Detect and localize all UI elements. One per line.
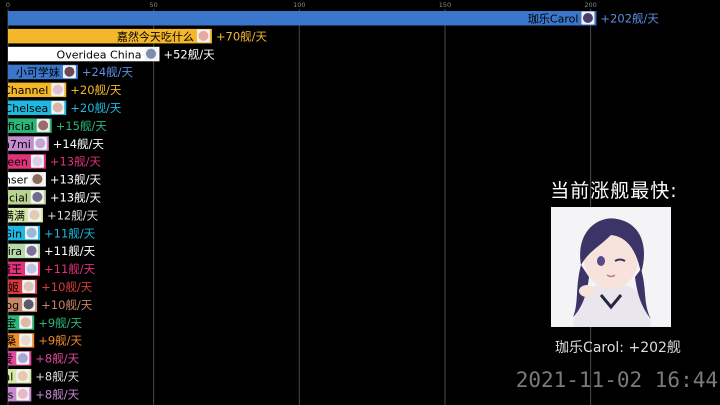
bar-name-label: 明天也要元气满满	[0, 208, 25, 222]
bar-value-label: +14舰/天	[53, 137, 105, 151]
bar-value-label: +10舰/天	[41, 298, 93, 312]
bar-name-label: 古堡龙姬	[0, 280, 19, 294]
bar-value-label: +13舰/天	[50, 191, 102, 205]
bar-avatar-icon	[26, 263, 37, 274]
bar-name-label: 七海Nana7mi	[0, 137, 31, 151]
bar-name-label: Overidea China	[57, 48, 142, 61]
bar-name-label: 扇宝	[0, 316, 16, 330]
bar-value-label: +202舰/天	[600, 12, 659, 26]
bar-avatar-icon	[38, 120, 49, 131]
timestamp-label: 2021-11-02 16:44	[515, 368, 718, 392]
x-tick-label: 150	[439, 1, 451, 9]
bar-value-label: +11舰/天	[44, 262, 96, 276]
bar-avatar-icon	[32, 156, 43, 167]
bar-avatar-icon	[23, 299, 34, 310]
bar-value-label: +9舰/天	[38, 334, 82, 348]
bar-name-label: 雪狐桑	[0, 334, 16, 348]
bar-value-label: +12舰/天	[47, 208, 99, 222]
bar-name-label: hanser	[0, 174, 28, 187]
x-tick-label: 50	[150, 1, 158, 9]
bar-avatar-icon	[32, 174, 43, 185]
bar-value-label: +8舰/天	[35, 387, 79, 401]
bar-avatar-icon	[52, 84, 63, 95]
bar-avatar-icon	[17, 353, 28, 364]
bar-value-label: +8舰/天	[35, 352, 79, 366]
bar-avatar-icon	[17, 388, 28, 399]
bar-avatar-icon	[198, 30, 209, 41]
bar-avatar-icon	[26, 227, 37, 238]
ranking-stage: 0 50 100 150 200 珈乐Carol +202舰/天嘉然今天吃什么 +70舰/天 O…	[0, 0, 720, 405]
bar-name-label: 杜松子_Gin	[0, 226, 22, 240]
x-tick-label: 200	[584, 1, 596, 9]
x-tick-label: 0	[6, 1, 10, 9]
bar-value-label: +10舰/天	[41, 280, 93, 294]
bar-avatar-icon	[23, 281, 34, 292]
bar-value-label: +13舰/天	[50, 173, 102, 187]
bar-value-label: +52舰/天	[163, 47, 215, 61]
bar-avatar-icon	[20, 317, 31, 328]
leader-caption: 珈乐Carol: +202舰	[555, 340, 681, 356]
leader-avatar	[551, 207, 671, 327]
bar-name-label: 切茜娅Chelsea	[0, 101, 48, 115]
bar-name-label: 犬山奈奈Channel	[0, 83, 48, 97]
bar-avatar-icon	[145, 48, 156, 59]
bar-name-label: 守护血遊official	[0, 119, 34, 133]
bar-name-label: 向晚大魔王	[0, 262, 22, 276]
bar-avatar-icon	[582, 13, 593, 23]
bar-value-label: +11舰/天	[44, 244, 96, 258]
bar-avatar-icon	[64, 66, 75, 77]
bar-avatar-icon	[52, 102, 63, 113]
bar-name-label: 乃琳Queen	[0, 155, 28, 169]
bar-name-label: 尤格Yog	[0, 298, 19, 312]
bar-value-label: +24舰/天	[82, 65, 134, 79]
bar-name-label: 嘉然今天吃什么	[117, 29, 194, 43]
bar	[8, 11, 597, 26]
bar-name-label: 艾露露Ailurus	[0, 388, 14, 401]
bar-name-label: 千鸟Official	[0, 191, 28, 205]
fastest-growth-title: 当前涨舰最快:	[550, 180, 678, 202]
bar-value-label: +20舰/天	[70, 83, 122, 97]
bar-value-label: +8舰/天	[35, 370, 79, 384]
x-tick-label: 100	[293, 1, 305, 9]
bar-name-label: 贝拉kira	[0, 244, 22, 258]
bar-avatar-icon	[29, 209, 40, 220]
bar-value-label: +20舰/天	[70, 101, 122, 115]
bar-avatar-icon	[20, 335, 31, 346]
bar-value-label: +15舰/天	[56, 119, 108, 133]
bar-avatar-icon	[35, 138, 46, 149]
bar-value-label: +13舰/天	[50, 155, 102, 169]
bar-value-label: +9舰/天	[38, 316, 82, 330]
bar-name-label: 珈乐Carol	[528, 13, 579, 26]
bar-avatar-icon	[26, 245, 37, 256]
bar-avatar-icon	[32, 192, 43, 202]
bar-name-label: 小可学妹	[16, 65, 60, 79]
bar-value-label: +11舰/天	[44, 226, 96, 240]
bar-value-label: +70舰/天	[216, 29, 268, 43]
bar-avatar-icon	[17, 371, 28, 381]
bar-name-label: 花音 Official	[0, 370, 13, 384]
bar-name-label: 我从小就很可爱	[0, 352, 13, 366]
